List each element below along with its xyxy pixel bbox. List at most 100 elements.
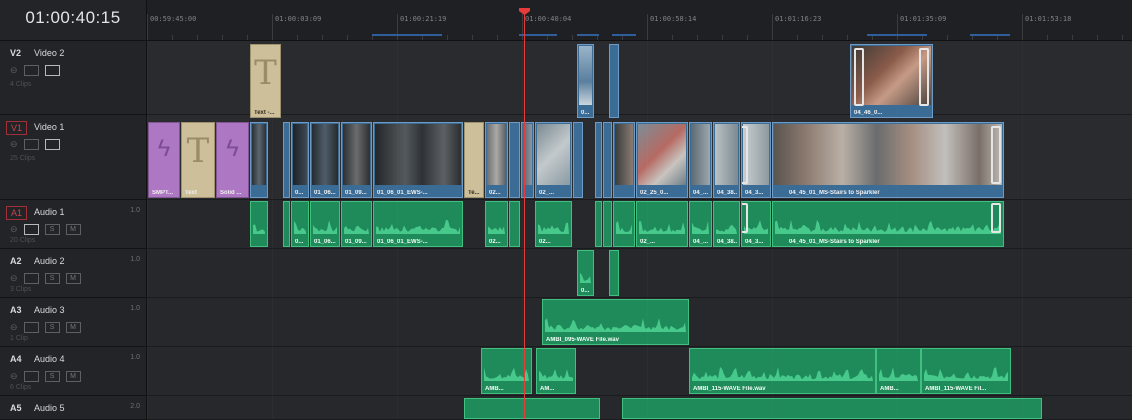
- audio-clip[interactable]: [250, 201, 268, 247]
- video-clip[interactable]: [595, 122, 602, 198]
- track-id[interactable]: A5: [6, 402, 26, 414]
- clip-trim-handle[interactable]: [854, 48, 864, 106]
- track-name[interactable]: Audio 2: [34, 256, 65, 266]
- mute-icon[interactable]: M: [65, 321, 81, 333]
- track-name[interactable]: Audio 4: [34, 354, 65, 364]
- track-lane-v2[interactable]: [147, 41, 1132, 115]
- solo-icon[interactable]: S: [44, 223, 60, 235]
- timecode-display[interactable]: 01:00:40:15: [0, 0, 147, 41]
- audio-clip[interactable]: AMBI_095-WAVE File.wav: [542, 299, 689, 345]
- auto-select-icon[interactable]: [23, 321, 39, 333]
- generator-clip[interactable]: ϟ Solid ...: [216, 122, 249, 198]
- lock-icon[interactable]: ⊖: [10, 322, 18, 332]
- video-clip[interactable]: 01_06_01_EWS-...: [373, 122, 463, 198]
- track-header-v1[interactable]: V1 Video 1 ⊖ 25 Clips: [0, 115, 147, 200]
- generator-clip[interactable]: ϟ SMPT...: [148, 122, 180, 198]
- audio-clip[interactable]: 04_38...: [713, 201, 740, 247]
- audio-clip[interactable]: 02_...: [636, 201, 688, 247]
- video-clip[interactable]: 02...: [485, 122, 508, 198]
- audio-clip[interactable]: [622, 398, 1042, 419]
- video-clip[interactable]: 04_...: [689, 122, 712, 198]
- track-lane-a2[interactable]: [147, 249, 1132, 298]
- video-clip[interactable]: [283, 122, 290, 198]
- video-clip[interactable]: [613, 122, 635, 198]
- mute-icon[interactable]: M: [65, 223, 81, 235]
- solo-icon[interactable]: S: [44, 272, 60, 284]
- solo-icon[interactable]: S: [44, 370, 60, 382]
- auto-select-icon[interactable]: [23, 370, 39, 382]
- audio-clip[interactable]: 04_...: [689, 201, 712, 247]
- video-clip[interactable]: 0...: [291, 122, 309, 198]
- audio-clip[interactable]: 0...: [291, 201, 309, 247]
- video-clip[interactable]: [609, 44, 619, 118]
- lock-icon[interactable]: ⊖: [10, 371, 18, 381]
- auto-select-icon[interactable]: [23, 223, 39, 235]
- clip-trim-handle[interactable]: [919, 48, 929, 106]
- playhead-line[interactable]: [524, 10, 525, 419]
- video-clip[interactable]: 02_25_0...: [636, 122, 688, 198]
- auto-select-icon[interactable]: [23, 138, 39, 150]
- title-clip[interactable]: Te...: [464, 122, 484, 198]
- video-clip[interactable]: [603, 122, 612, 198]
- track-name[interactable]: Audio 1: [34, 207, 65, 217]
- audio-clip[interactable]: [283, 201, 290, 247]
- track-id[interactable]: V2: [6, 47, 25, 59]
- lock-icon[interactable]: ⊖: [10, 65, 18, 75]
- audio-clip[interactable]: [609, 250, 619, 296]
- video-clip[interactable]: 04_38...: [713, 122, 740, 198]
- clip-trim-handle[interactable]: [742, 203, 748, 233]
- track-visibility-icon[interactable]: [44, 138, 60, 150]
- audio-clip[interactable]: 01_06...: [310, 201, 340, 247]
- title-clip[interactable]: T Text -...: [250, 44, 281, 118]
- video-clip[interactable]: 01_06...: [310, 122, 340, 198]
- clip-trim-handle[interactable]: [991, 126, 1001, 184]
- lock-icon[interactable]: ⊖: [10, 224, 18, 234]
- lock-icon[interactable]: ⊖: [10, 139, 18, 149]
- track-name[interactable]: Audio 3: [34, 305, 65, 315]
- mute-icon[interactable]: M: [65, 370, 81, 382]
- audio-clip[interactable]: [509, 201, 520, 247]
- audio-clip[interactable]: AMBI_115-WAVE File.wav: [689, 348, 876, 394]
- track-header-a3[interactable]: A3 Audio 3 1.0 ⊖ S M 1 Clip: [0, 298, 147, 347]
- audio-clip[interactable]: 0...: [577, 250, 594, 296]
- video-clip[interactable]: 04_46_0...: [850, 44, 933, 118]
- audio-clip[interactable]: [613, 201, 635, 247]
- audio-clip[interactable]: 04_45_01_MS-Stairs to Sparkler: [772, 201, 1004, 247]
- auto-select-icon[interactable]: [23, 64, 39, 76]
- video-clip[interactable]: 02_...: [535, 122, 572, 198]
- title-clip[interactable]: T Text: [181, 122, 215, 198]
- audio-clip[interactable]: AM...: [536, 348, 576, 394]
- clip-trim-handle[interactable]: [742, 126, 748, 184]
- audio-clip[interactable]: 02...: [485, 201, 508, 247]
- audio-clip[interactable]: 01_09...: [341, 201, 372, 247]
- video-clip[interactable]: [509, 122, 520, 198]
- video-clip[interactable]: 01_09...: [341, 122, 372, 198]
- track-id[interactable]: A2: [6, 255, 26, 267]
- track-name[interactable]: Audio 5: [34, 403, 65, 413]
- video-clip[interactable]: [250, 122, 268, 198]
- audio-clip[interactable]: 04_3...: [741, 201, 771, 247]
- track-id[interactable]: V1: [6, 121, 28, 135]
- track-visibility-icon[interactable]: [44, 64, 60, 76]
- track-header-a2[interactable]: A2 Audio 2 1.0 ⊖ S M 3 Clips: [0, 249, 147, 298]
- track-name[interactable]: Video 1: [34, 122, 64, 132]
- audio-clip[interactable]: 01_06_01_EWS-...: [373, 201, 463, 247]
- video-clip[interactable]: 0...: [577, 44, 594, 118]
- auto-select-icon[interactable]: [23, 272, 39, 284]
- video-clip[interactable]: 04_45_01_MS-Stairs to Sparkler: [772, 122, 1004, 198]
- track-id[interactable]: A4: [6, 353, 26, 365]
- audio-clip[interactable]: AMB...: [876, 348, 921, 394]
- audio-clip[interactable]: [464, 398, 600, 419]
- track-header-v2[interactable]: V2 Video 2 ⊖ 4 Clips: [0, 41, 147, 115]
- track-name[interactable]: Video 2: [34, 48, 64, 58]
- video-clip[interactable]: [573, 122, 583, 198]
- track-id[interactable]: A3: [6, 304, 26, 316]
- mute-icon[interactable]: M: [65, 272, 81, 284]
- track-header-a1[interactable]: A1 Audio 1 1.0 ⊖ S M 20 Clips: [0, 200, 147, 249]
- audio-clip[interactable]: [603, 201, 612, 247]
- track-header-a5[interactable]: A5 Audio 5 2.0: [0, 396, 147, 420]
- track-id[interactable]: A1: [6, 206, 28, 220]
- timeline-ruler[interactable]: 00:59:45:00 01:00:03:09 01:00:21:19 01:0…: [147, 0, 1132, 41]
- video-clip[interactable]: 04_3...: [741, 122, 771, 198]
- track-header-a4[interactable]: A4 Audio 4 1.0 ⊖ S M 6 Clips: [0, 347, 147, 396]
